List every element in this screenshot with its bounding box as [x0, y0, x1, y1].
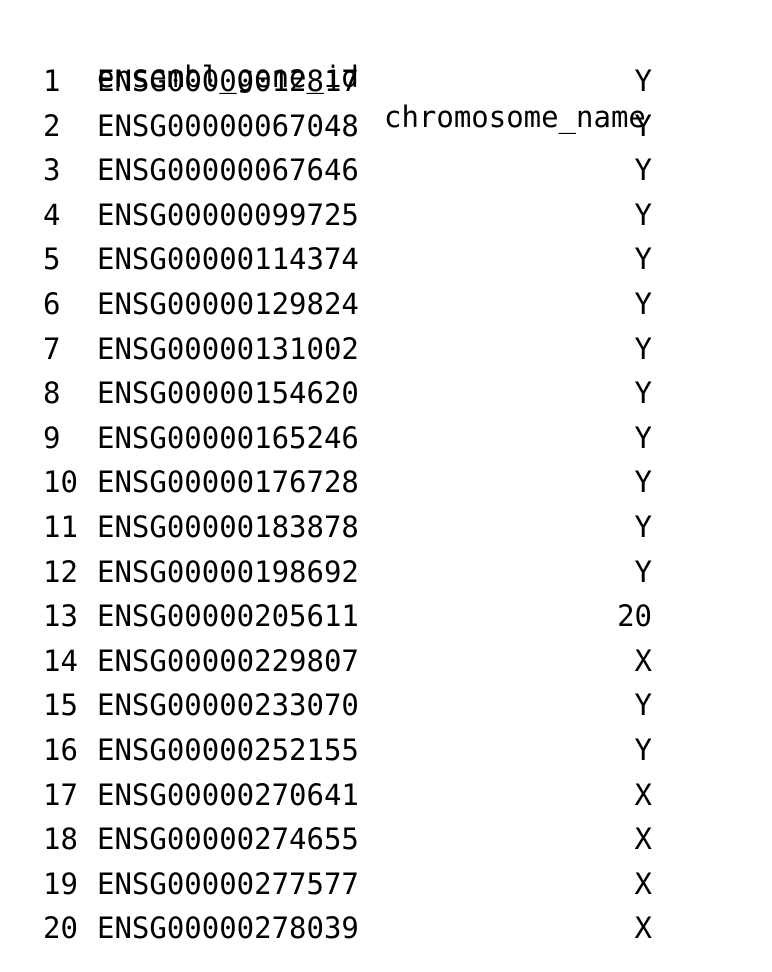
row-index: 11 [43, 510, 78, 544]
cell-ensembl-gene-id: ENSG00000274655 [97, 822, 359, 857]
cell-ensembl-gene-id: ENSG00000270641 [97, 777, 359, 812]
row-index: 7 [43, 331, 61, 366]
cell-chromosome-name: X [634, 777, 652, 812]
console-output: ensembl_gene_id chromosome_name 1 ENSG000… [0, 0, 772, 972]
cell-chromosome-name: Y [634, 688, 652, 723]
cell-chromosome-name: Y [634, 420, 652, 455]
cell-ensembl-gene-id: ENSG00000229807 [97, 643, 359, 678]
row-index: 9 [43, 420, 61, 455]
cell-ensembl-gene-id: ENSG00000183878 [97, 510, 359, 544]
cell-chromosome-name: X [634, 643, 652, 678]
cell-chromosome-name: Y [634, 242, 652, 277]
row-index: 19 [43, 866, 78, 901]
cell-chromosome-name: Y [634, 287, 652, 321]
cell-ensembl-gene-id: ENSG00000099725 [97, 197, 359, 232]
cell-chromosome-name: Y [634, 376, 652, 411]
cell-chromosome-name: Y [634, 733, 652, 767]
row-index: 10 [43, 465, 78, 500]
row-index: 5 [43, 242, 61, 277]
row-index: 17 [43, 777, 78, 812]
cell-chromosome-name: Y [634, 554, 652, 589]
row-index: 12 [43, 554, 78, 589]
cell-chromosome-name: 20 [617, 599, 652, 634]
row-index: 1 [43, 64, 61, 98]
cell-ensembl-gene-id: ENSG00000012817 [97, 64, 359, 98]
cell-ensembl-gene-id: ENSG00000233070 [97, 688, 359, 723]
cell-chromosome-name: Y [634, 465, 652, 500]
row-index: 18 [43, 822, 78, 857]
row-index: 4 [43, 197, 61, 232]
cell-ensembl-gene-id: ENSG00000129824 [97, 287, 359, 321]
cell-ensembl-gene-id: ENSG00000067646 [97, 153, 359, 188]
cell-ensembl-gene-id: ENSG00000114374 [97, 242, 359, 277]
cell-ensembl-gene-id: ENSG00000205611 [97, 599, 359, 634]
row-index: 14 [43, 643, 78, 678]
row-index: 13 [43, 599, 78, 634]
cell-ensembl-gene-id: ENSG00000131002 [97, 331, 359, 366]
row-index: 2 [43, 108, 61, 143]
cell-chromosome-name: X [634, 911, 652, 946]
cell-chromosome-name: Y [634, 331, 652, 366]
row-index: 15 [43, 688, 78, 723]
cell-ensembl-gene-id: ENSG00000154620 [97, 376, 359, 411]
table-header: ensembl_gene_id chromosome_name [0, 17, 646, 134]
cell-chromosome-name: X [634, 866, 652, 901]
cell-chromosome-name: Y [634, 64, 652, 98]
cell-ensembl-gene-id: ENSG00000278039 [97, 911, 359, 946]
cell-chromosome-name: Y [634, 108, 652, 143]
cell-chromosome-name: Y [634, 510, 652, 544]
cell-chromosome-name: X [634, 822, 652, 857]
cell-ensembl-gene-id: ENSG00000277577 [97, 866, 359, 901]
cell-chromosome-name: Y [634, 153, 652, 188]
row-index: 20 [43, 911, 78, 946]
cell-ensembl-gene-id: ENSG00000165246 [97, 420, 359, 455]
cell-ensembl-gene-id: ENSG00000176728 [97, 465, 359, 500]
row-index: 8 [43, 376, 61, 411]
cell-chromosome-name: Y [634, 197, 652, 232]
cell-ensembl-gene-id: ENSG00000198692 [97, 554, 359, 589]
row-index: 3 [43, 153, 61, 188]
cell-ensembl-gene-id: ENSG00000067048 [97, 108, 359, 143]
cell-ensembl-gene-id: ENSG00000252155 [97, 733, 359, 767]
row-index: 6 [43, 287, 61, 321]
row-index: 16 [43, 733, 78, 767]
